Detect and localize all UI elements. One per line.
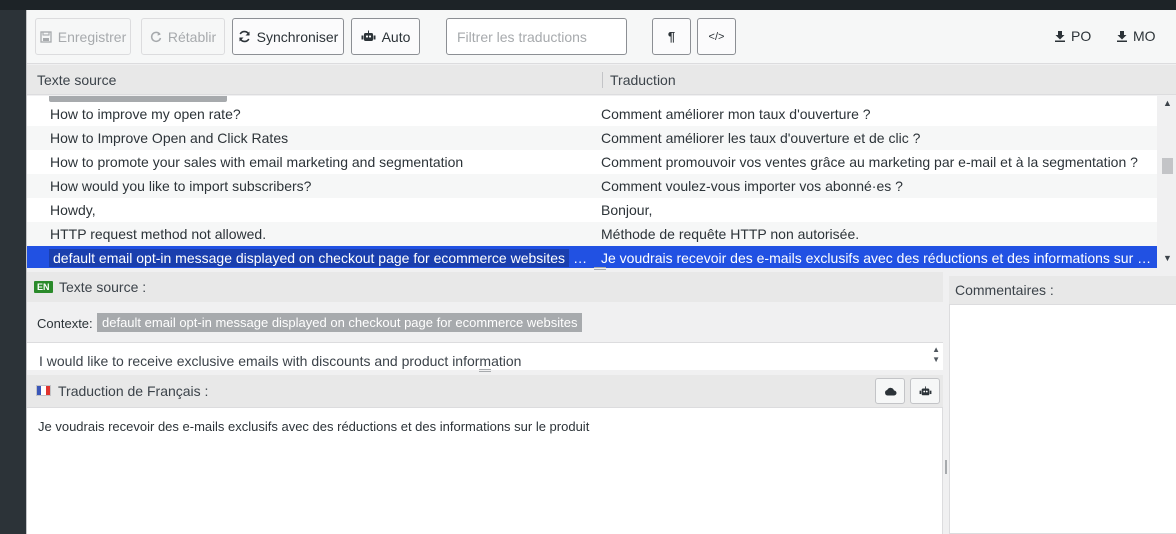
download-mo-button[interactable]: MO — [1116, 28, 1156, 44]
sync-icon — [238, 30, 250, 43]
context-label: Contexte: — [37, 316, 93, 331]
row-translation: Comment améliorer mon taux d'ouverture ? — [601, 106, 871, 122]
filter-translations-input[interactable] — [446, 18, 627, 55]
save-icon — [40, 30, 52, 43]
row-context-tag: default email opt-in message displayed o… — [49, 249, 570, 267]
source-language-badge: EN — [34, 281, 53, 293]
list-scrollbar[interactable]: ▲ ▼ — [1157, 96, 1176, 268]
revert-button[interactable]: Rétablir — [141, 18, 225, 55]
table-row[interactable]: HTTP request method not allowed. Méthode… — [27, 222, 1157, 246]
scroll-up-icon[interactable]: ▲ — [1163, 98, 1172, 108]
mo-label: MO — [1133, 28, 1156, 44]
admin-sidebar-edge — [0, 10, 26, 534]
suggest-translation-button[interactable] — [875, 378, 905, 404]
row-source: HTTP request method not allowed. — [50, 226, 267, 242]
translation-editor: Enregistrer Rétablir Synchroniser Auto ¶… — [26, 10, 1176, 534]
context-value: default email opt-in message displayed o… — [97, 313, 583, 332]
editor-toolbar: Enregistrer Rétablir Synchroniser Auto ¶… — [27, 10, 1176, 64]
pilcrow-icon: ¶ — [667, 29, 676, 44]
table-row[interactable]: Howdy, Bonjour, — [27, 198, 1157, 222]
auto-translate-button[interactable]: Auto — [351, 18, 420, 55]
row-translation: Méthode de requête HTTP non autorisée. — [601, 226, 860, 242]
toggle-invisibles-button[interactable]: ¶ — [652, 18, 691, 55]
scroll-down-icon[interactable]: ▼ — [1163, 253, 1172, 263]
save-label: Enregistrer — [57, 28, 127, 45]
row-translation: Comment améliorer les taux d'ouverture e… — [601, 130, 921, 146]
cloud-icon — [884, 387, 896, 396]
comments-textarea[interactable] — [949, 304, 1176, 534]
row-source: How to improve my open rate? — [50, 106, 241, 122]
auto-translate-string-button[interactable] — [910, 378, 940, 404]
auto-label: Auto — [381, 28, 411, 45]
row-translation: Comment promouvoir vos ventes grâce au m… — [601, 154, 1138, 170]
translation-text: Je voudrais recevoir des e-mails exclusi… — [38, 419, 590, 434]
column-header-translation[interactable]: Traduction — [610, 72, 676, 88]
row-source: How to promote your sales with email mar… — [50, 154, 464, 170]
po-label: PO — [1071, 28, 1092, 44]
comments-panel-title: Commentaires : — [955, 282, 1054, 298]
translation-panel-title: Traduction de Français : — [58, 383, 209, 399]
selected-row-translation: Je voudrais recevoir des e-mails exclusi… — [601, 250, 1153, 266]
robot-icon — [919, 385, 931, 395]
table-row[interactable]: How to Improve Open and Click Rates Comm… — [27, 126, 1157, 150]
selected-table-row[interactable]: default email opt-in message displayed o… — [27, 246, 1157, 268]
row-source: Howdy, — [50, 202, 96, 218]
row-translation: Bonjour, — [601, 202, 653, 218]
column-header-source[interactable]: Texte source — [37, 72, 116, 88]
source-text-box: I would like to receive exclusive emails… — [27, 342, 943, 370]
save-button[interactable]: Enregistrer — [35, 18, 131, 55]
translation-editor-textarea[interactable]: Je voudrais recevoir des e-mails exclusi… — [27, 407, 943, 534]
row-source: How to Improve Open and Click Rates — [50, 130, 289, 146]
selected-row-source: default email opt-in message displayed o… — [49, 249, 589, 267]
download-po-button[interactable]: PO — [1054, 28, 1091, 44]
download-icon — [1117, 31, 1127, 42]
source-context-line: Contexte: default email opt-in message d… — [27, 302, 943, 342]
table-row[interactable]: How to improve my open rate? Comment amé… — [27, 102, 1157, 126]
french-flag-icon — [36, 385, 51, 396]
source-text: I would like to receive exclusive emails… — [39, 353, 522, 369]
row-translation: Comment voulez-vous importer vos abonné·… — [601, 178, 903, 194]
comments-panel-header: Commentaires : — [949, 276, 1176, 304]
translation-panel-header: Traduction de Français : — [27, 375, 943, 407]
code-icon: </> — [708, 30, 725, 43]
translations-list: How to improve my open rate? Comment amé… — [27, 96, 1157, 268]
source-scroll-arrows[interactable]: ▲ ▼ — [932, 345, 940, 365]
sync-button[interactable]: Synchroniser — [232, 18, 344, 55]
window-top-strip — [0, 0, 1176, 10]
list-resize-handle[interactable] — [594, 267, 606, 270]
source-panel-header: EN Texte source : — [27, 272, 943, 302]
sync-label: Synchroniser — [256, 28, 339, 45]
source-panel-title: Texte source : — [59, 279, 147, 295]
column-divider[interactable] — [602, 72, 603, 88]
table-header: Texte source Traduction — [27, 65, 1176, 95]
scrollbar-thumb[interactable] — [1162, 158, 1173, 174]
download-icon — [1055, 31, 1065, 42]
table-row[interactable]: How to promote your sales with email mar… — [27, 150, 1157, 174]
robot-icon — [361, 30, 376, 41]
revert-icon — [150, 31, 162, 42]
table-row[interactable]: How would you like to import subscribers… — [27, 174, 1157, 198]
toggle-code-view-button[interactable]: </> — [697, 18, 736, 55]
source-resize-handle[interactable] — [479, 369, 491, 372]
revert-label: Rétablir — [167, 28, 217, 45]
row-source: How would you like to import subscribers… — [50, 178, 312, 194]
panel-resize-grip[interactable] — [945, 460, 947, 474]
